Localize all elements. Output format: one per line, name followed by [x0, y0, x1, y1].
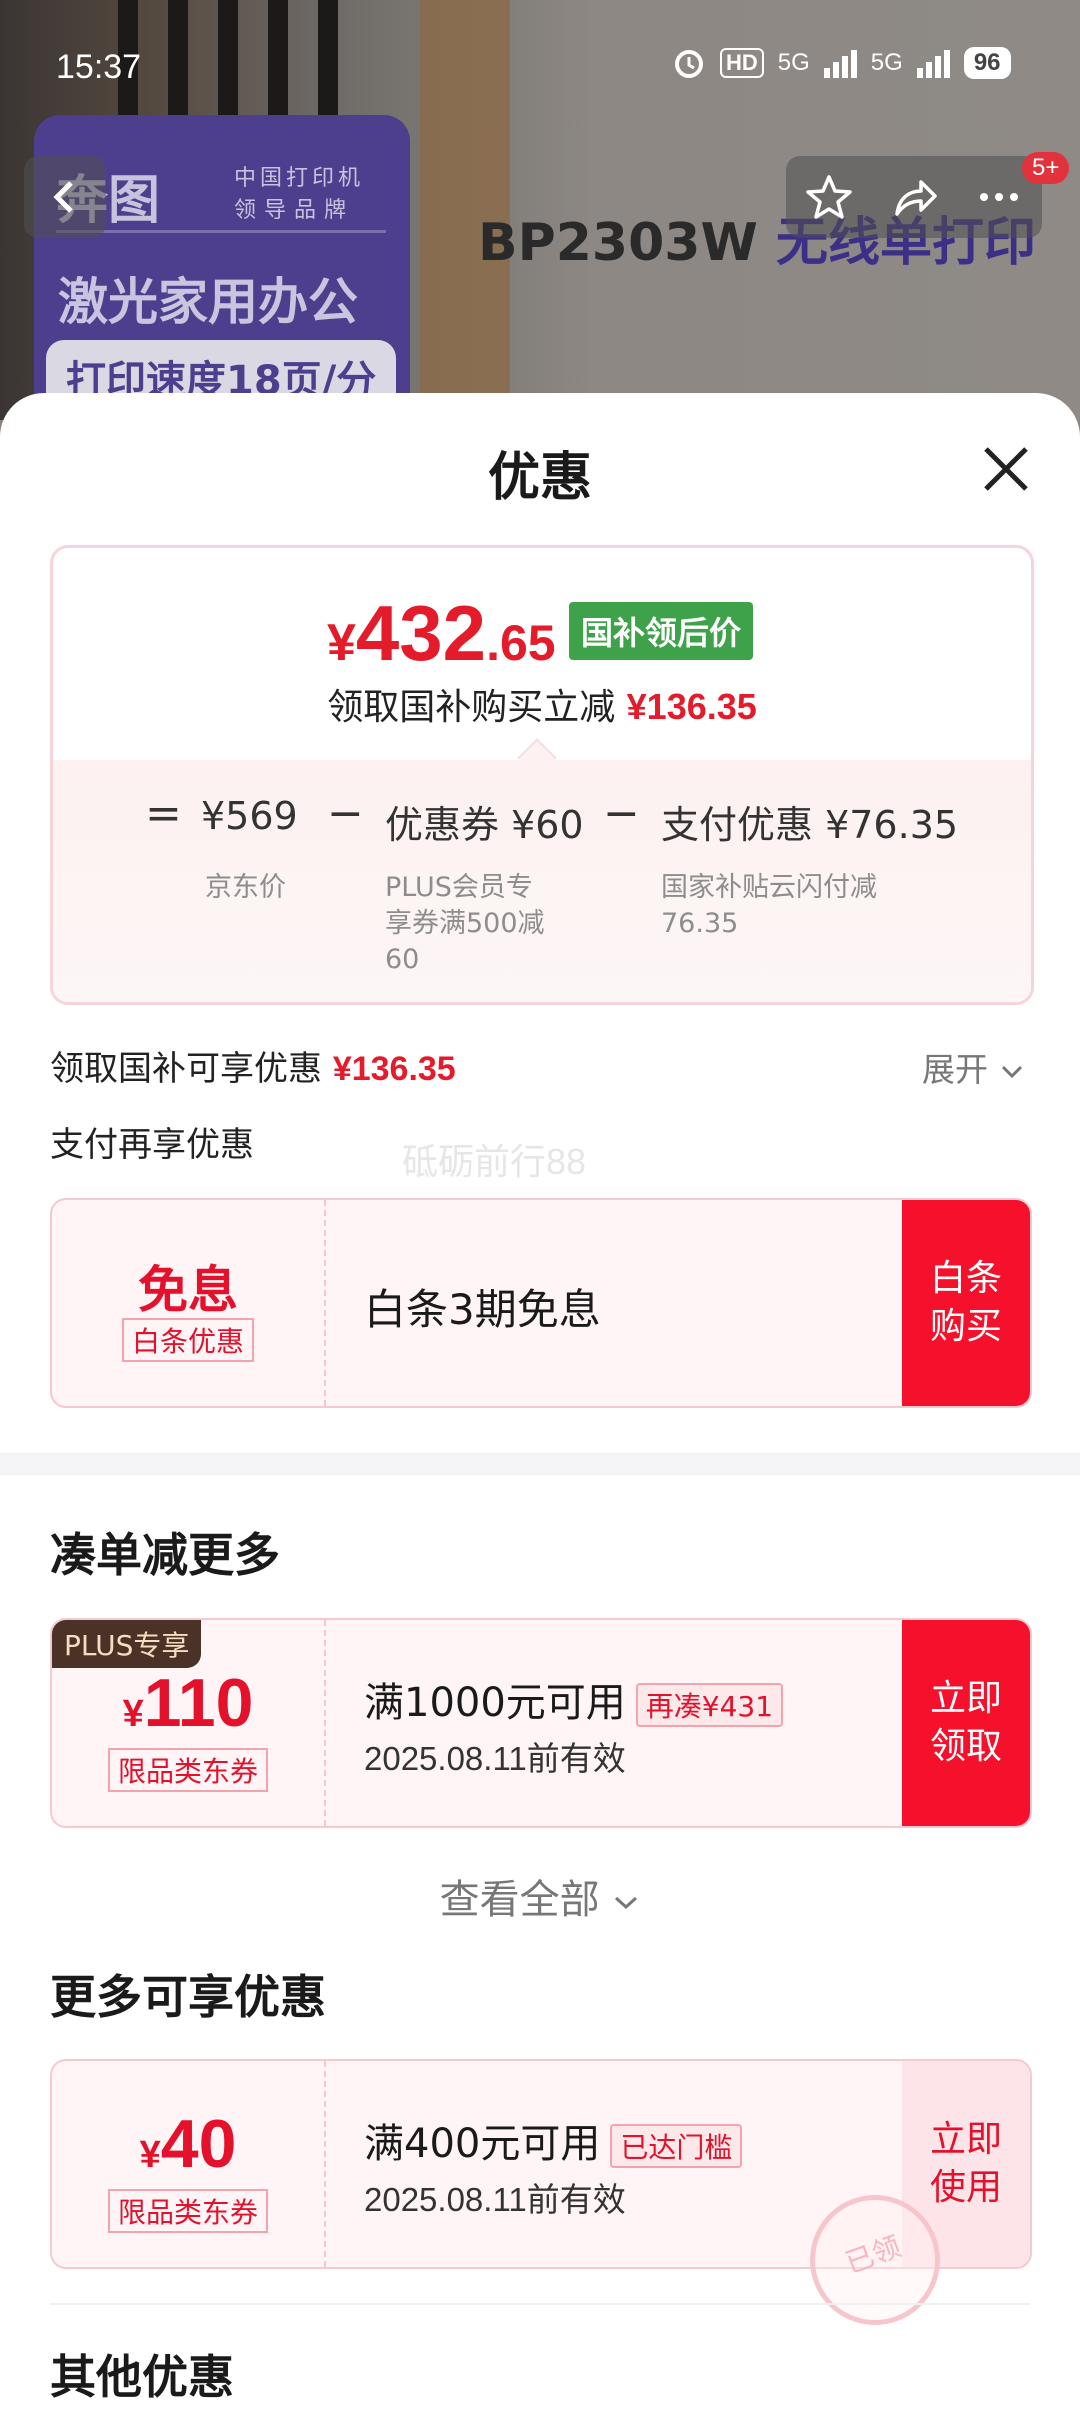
claim-coupon-button[interactable]: 立即 领取 — [902, 1620, 1030, 1826]
coupon-divider — [324, 1200, 326, 1406]
nav-actions — [786, 156, 1042, 238]
equals-sign: = — [145, 788, 182, 839]
plus-coupon-threshold: 满1000元可用 — [364, 1680, 626, 1726]
back-button[interactable] — [24, 156, 106, 238]
expand-button[interactable]: 展开 — [922, 1043, 1025, 1091]
section-other-title: 其他优惠 — [50, 2350, 234, 2404]
brand-tag-2: 领导品牌 — [234, 198, 355, 223]
baitiao-tag: 白条优惠 — [121, 1318, 255, 1362]
alarm-icon — [675, 50, 703, 78]
plus-coupon-chip: 再凑¥431 — [635, 1683, 784, 1727]
cart-badge: 5+ — [1022, 152, 1070, 184]
plus-coupon-left: ¥110 限品类东券 — [52, 1620, 324, 1826]
network-5g-label-2: 5G — [870, 49, 903, 76]
status-icons: HD 5G 5G 96 — [672, 46, 1011, 80]
brand-tag-1: 中国打印机 — [234, 166, 365, 191]
claim-coupon-label: 立即 领取 — [929, 1678, 1002, 1767]
subsidy-row-label: 领取国补可享优惠 — [50, 1049, 322, 1089]
coupon-40-title: 满400元可用 已达门槛 — [364, 2111, 743, 2169]
coupon-divider — [324, 2061, 326, 2267]
product-model: BP2303W — [478, 213, 758, 273]
signal-icon — [823, 48, 857, 78]
signal-icon-2 — [916, 48, 950, 78]
baitiao-big-label: 免息 — [138, 1261, 238, 1319]
minus-sign: − — [327, 788, 364, 839]
watermark: 砥砺前行88 — [402, 1141, 587, 1182]
plus-coupon-title: 满1000元可用 再凑¥431 — [364, 1670, 784, 1728]
instant-discount-line: 领取国补购买立减 ¥136.35 — [53, 678, 1031, 730]
coupon-40-type: 限品类东券 — [107, 2189, 269, 2233]
pay-discount-value: 支付优惠 ¥76.35 — [661, 803, 959, 847]
price-dec: .65 — [486, 615, 556, 671]
plus-coupon-date: 2025.08.11前有效 — [364, 1740, 626, 1777]
section-gap — [0, 1453, 1080, 1475]
view-all-button[interactable]: 查看全部 — [0, 1867, 1080, 1925]
use-coupon-label: 立即 使用 — [929, 2119, 1002, 2208]
instant-amount: ¥136.35 — [626, 686, 757, 727]
hd-icon: HD — [720, 48, 764, 78]
subsidy-row-amount: ¥136.35 — [332, 1050, 456, 1088]
coupon-discount-label-l3: 60 — [385, 944, 420, 975]
minus-sign: − — [603, 788, 640, 839]
section-more-title: 凑单减更多 — [50, 1528, 280, 1582]
section-divider — [50, 2303, 1030, 2305]
jd-price-label: 京东价 — [205, 872, 286, 903]
coupon-40-left: ¥40 限品类东券 — [52, 2061, 324, 2267]
coupon-40-chip: 已达门槛 — [610, 2124, 743, 2168]
coupon-divider — [324, 1620, 326, 1826]
price-int: 432 — [355, 589, 487, 677]
coupon-40-threshold: 满400元可用 — [364, 2121, 601, 2167]
pay-discount-label-l2: 76.35 — [661, 908, 739, 939]
promo-title: 激光家用办公 — [58, 273, 358, 331]
section-extra-title: 更多可享优惠 — [50, 1970, 326, 2024]
coupon-40-amount: ¥40 — [139, 2106, 237, 2182]
final-price: ¥432.65 — [327, 588, 556, 679]
status-time: 15:37 — [56, 48, 142, 86]
baitiao-offer-card: 免息 白条优惠 白条3期免息 白条 购买 — [50, 1198, 1032, 1408]
discount-sheet: 优惠 ¥432.65 国补领后价 领取国补购买立减 ¥136.35 = ¥569… — [0, 393, 1080, 2412]
subsidy-price-tag: 国补领后价 — [569, 602, 754, 660]
plus-coupon-card: PLUS专享 ¥110 限品类东券 满1000元可用 再凑¥431 2025.08… — [50, 1618, 1032, 1828]
coupon-discount-label-l2: 享券满500减 — [385, 908, 545, 939]
pay-discount-label: 国家补贴云闪付减 76.35 — [661, 870, 877, 942]
coupon-40-date: 2025.08.11前有效 — [364, 2181, 626, 2218]
pay-discount-label-l1: 国家补贴云闪付减 — [661, 872, 877, 903]
share-icon[interactable] — [889, 172, 939, 222]
baitiao-title: 白条3期免息 — [364, 1285, 601, 1334]
coupon-discount-value: 优惠券 ¥60 — [385, 803, 584, 847]
coupon-discount-label: PLUS会员专 享券满500减 60 — [385, 870, 545, 978]
jd-price-value: ¥569 — [201, 794, 298, 838]
subsidy-row: 领取国补可享优惠 ¥136.35 — [50, 1041, 456, 1090]
price-currency: ¥ — [327, 614, 356, 672]
baitiao-buy-button[interactable]: 白条 购买 — [902, 1200, 1030, 1406]
sheet-title: 优惠 — [487, 448, 592, 508]
chevron-down-icon — [1001, 1065, 1022, 1079]
plus-coupon-amount: ¥110 — [122, 1665, 254, 1741]
back-icon — [53, 181, 73, 213]
chevron-down-icon — [615, 1896, 638, 1910]
expand-label: 展开 — [922, 1050, 988, 1089]
instant-label: 领取国补购买立减 — [327, 687, 616, 728]
close-icon[interactable] — [976, 439, 1036, 499]
view-all-label: 查看全部 — [439, 1877, 600, 1923]
pay-extra-label: 支付再享优惠 — [50, 1125, 254, 1165]
battery-icon: 96 — [963, 47, 1011, 79]
baitiao-buy-label: 白条 购买 — [929, 1258, 1002, 1347]
baitiao-left: 免息 白条优惠 — [52, 1200, 324, 1406]
coupon-discount-label-l1: PLUS会员专 — [385, 872, 533, 903]
star-icon[interactable] — [804, 172, 854, 222]
plus-coupon-type: 限品类东券 — [107, 1748, 269, 1792]
more-icon[interactable] — [974, 172, 1024, 222]
price-summary-card: ¥432.65 国补领后价 领取国补购买立减 ¥136.35 = ¥569 京东… — [50, 545, 1034, 1005]
network-5g-label: 5G — [777, 49, 810, 76]
